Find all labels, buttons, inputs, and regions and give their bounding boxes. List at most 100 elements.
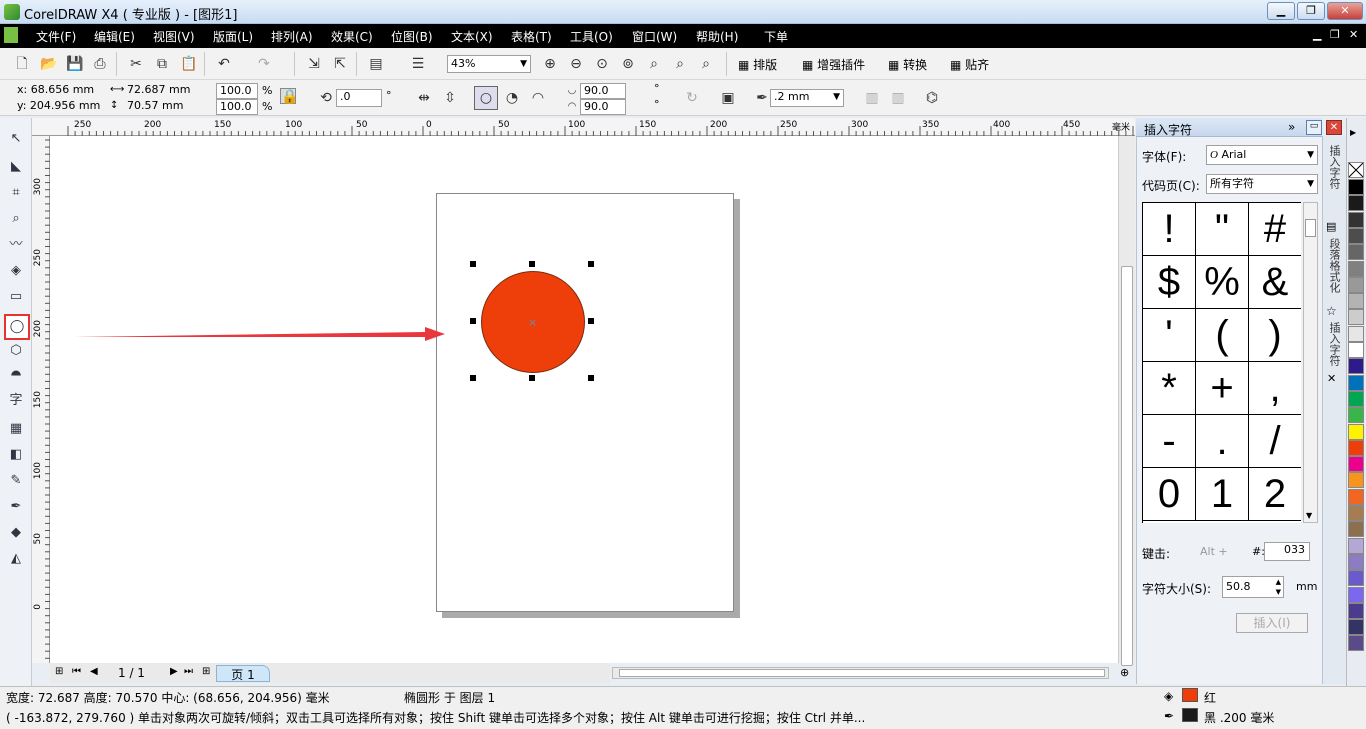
palette-swatch[interactable] — [1348, 619, 1364, 636]
ellipse-tool-icon[interactable]: ◯ — [4, 314, 30, 340]
selection-handle[interactable] — [470, 261, 476, 267]
selection-handle[interactable] — [588, 261, 594, 267]
fill-tool-icon[interactable]: ◆ — [5, 522, 27, 544]
character-cell[interactable]: 0 — [1143, 468, 1196, 521]
docker-minimize-icon[interactable]: ▭ — [1306, 120, 1322, 135]
table-tool-icon[interactable]: ▦ — [5, 418, 27, 440]
character-grid-scroll-thumb[interactable] — [1305, 219, 1316, 237]
character-cell[interactable]: # — [1249, 203, 1301, 256]
menu-item[interactable]: 效果(C) — [331, 28, 373, 45]
start-angle-field[interactable]: 90.0 — [580, 83, 626, 99]
layout-button[interactable]: ▦ 排版 — [738, 56, 777, 73]
interactive-fill-tool-icon[interactable]: ◭ — [5, 548, 27, 570]
character-cell[interactable]: 1 — [1196, 468, 1249, 521]
palette-swatch[interactable] — [1348, 439, 1364, 456]
redo-icon[interactable]: ↷ — [256, 56, 272, 72]
palette-swatch[interactable] — [1348, 390, 1364, 407]
palette-swatch[interactable] — [1348, 407, 1364, 424]
character-cell[interactable]: / — [1249, 415, 1301, 468]
eyedropper-tool-icon[interactable]: ✎ — [5, 470, 27, 492]
character-grid[interactable]: ! " # $% & '() * +, -./ 0 1 2 — [1142, 202, 1301, 523]
vertical-tab-insert-character-active[interactable]: 插入字符 — [1326, 322, 1342, 366]
character-size-field[interactable]: 50.8 ▲ ▼ — [1222, 576, 1284, 598]
horizontal-scrollbar[interactable] — [612, 667, 1109, 679]
x-position-field[interactable]: x: 68.656 mm — [14, 83, 102, 99]
ellipse-mode-icon[interactable]: ○ — [474, 86, 498, 110]
character-cell[interactable]: ( — [1196, 309, 1249, 362]
polygon-tool-icon[interactable]: ⬡ — [5, 340, 27, 362]
text-tool-icon[interactable]: 字 — [5, 390, 27, 412]
menu-item[interactable]: 文件(F) — [36, 28, 76, 45]
page-tab[interactable]: 页 1 — [216, 665, 270, 682]
palette-swatch[interactable] — [1348, 423, 1364, 440]
zoom-width-icon[interactable]: ⌕ — [672, 56, 688, 72]
outline-tool-icon[interactable]: ✒ — [5, 496, 27, 518]
zoom-page-icon[interactable]: ⌕ — [646, 56, 662, 72]
palette-swatch[interactable] — [1348, 586, 1364, 603]
character-cell[interactable]: * — [1143, 362, 1196, 415]
snap-button[interactable]: ▦ 贴齐 — [950, 56, 989, 73]
mirror-horizontal-icon[interactable]: ⇹ — [416, 90, 432, 106]
palette-swatch[interactable] — [1348, 179, 1364, 195]
close-button[interactable]: ✕ — [1327, 2, 1363, 20]
zoom-all-icon[interactable]: ⊚ — [620, 56, 636, 72]
palette-swatch[interactable] — [1348, 472, 1364, 489]
menu-item[interactable]: 工具(O) — [570, 28, 613, 45]
new-icon[interactable]: 🗋 — [14, 56, 30, 72]
pie-mode-icon[interactable]: ◔ — [504, 90, 520, 106]
palette-swatch[interactable] — [1348, 374, 1364, 391]
direction-icon[interactable]: ↻ — [684, 90, 700, 106]
palette-swatch[interactable] — [1348, 342, 1364, 358]
palette-swatch[interactable] — [1348, 244, 1364, 261]
last-page-icon[interactable]: ⏭ — [184, 666, 193, 677]
no-color-swatch[interactable] — [1348, 162, 1364, 178]
menu-item[interactable]: 位图(B) — [391, 28, 433, 45]
shape-tool-icon[interactable]: ◣ — [5, 156, 27, 178]
selection-handle[interactable] — [588, 375, 594, 381]
palette-swatch[interactable] — [1348, 521, 1364, 538]
palette-swatch[interactable] — [1348, 325, 1364, 342]
vertical-scroll-thumb[interactable] — [1121, 266, 1133, 666]
menu-item[interactable]: 编辑(E) — [94, 28, 135, 45]
selection-handle[interactable] — [529, 375, 535, 381]
palette-swatch[interactable] — [1348, 358, 1364, 375]
font-dropdown[interactable]: O Arial ▼ — [1206, 145, 1318, 165]
palette-swatch[interactable] — [1348, 570, 1364, 587]
to-front-icon[interactable]: ▥ — [864, 90, 880, 106]
rotation-field[interactable]: .0 — [336, 89, 382, 107]
selection-handle[interactable] — [588, 318, 594, 324]
zoom-in-icon[interactable]: ⊕ — [542, 56, 558, 72]
zoom-tool-icon[interactable]: ⌕ — [5, 208, 27, 230]
undo-icon[interactable]: ↶ — [216, 56, 232, 72]
menu-item[interactable]: 窗口(W) — [632, 28, 677, 45]
scale-x-field[interactable]: 100.0 — [216, 83, 258, 99]
doc-minimize-icon[interactable]: ▁ — [1313, 28, 1321, 41]
next-page-icon[interactable]: ▶ — [170, 666, 178, 677]
palette-swatch[interactable] — [1348, 635, 1364, 652]
selection-handle[interactable] — [470, 318, 476, 324]
enhance-plugin-button[interactable]: ▦ 增强插件 — [802, 56, 865, 73]
tab-close-icon[interactable]: ✕ — [1327, 372, 1336, 385]
width-field[interactable]: 72.687 mm — [124, 83, 198, 99]
smart-fill-tool-icon[interactable]: ◈ — [5, 260, 27, 282]
menu-item[interactable]: 视图(V) — [153, 28, 195, 45]
insert-button[interactable]: 插入(I) — [1236, 613, 1308, 633]
add-page-after-icon[interactable]: ⊞ — [202, 666, 210, 677]
character-cell[interactable]: % — [1196, 256, 1249, 309]
palette-swatch[interactable] — [1348, 456, 1364, 473]
doc-close-icon[interactable]: ✕ — [1349, 28, 1358, 41]
palette-swatch[interactable] — [1348, 553, 1364, 570]
palette-swatch[interactable] — [1348, 505, 1364, 521]
welcome-screen-icon[interactable]: ☰ — [410, 56, 426, 72]
codepage-dropdown[interactable]: 所有字符 ▼ — [1206, 174, 1318, 194]
palette-swatch[interactable] — [1348, 309, 1364, 326]
to-back-icon[interactable]: ▥ — [890, 90, 906, 106]
palette-swatch[interactable] — [1348, 488, 1364, 505]
palette-swatch[interactable] — [1348, 293, 1364, 310]
palette-scroll-up-icon[interactable]: ▶ — [1350, 128, 1356, 137]
palette-swatch[interactable] — [1348, 276, 1364, 293]
character-cell[interactable]: - — [1143, 415, 1196, 468]
vertical-tab-paragraph-format[interactable]: 段落格式化 — [1326, 238, 1342, 293]
pick-tool-icon[interactable]: ↖ — [5, 128, 27, 150]
doc-restore-icon[interactable]: ❐ — [1330, 28, 1340, 41]
